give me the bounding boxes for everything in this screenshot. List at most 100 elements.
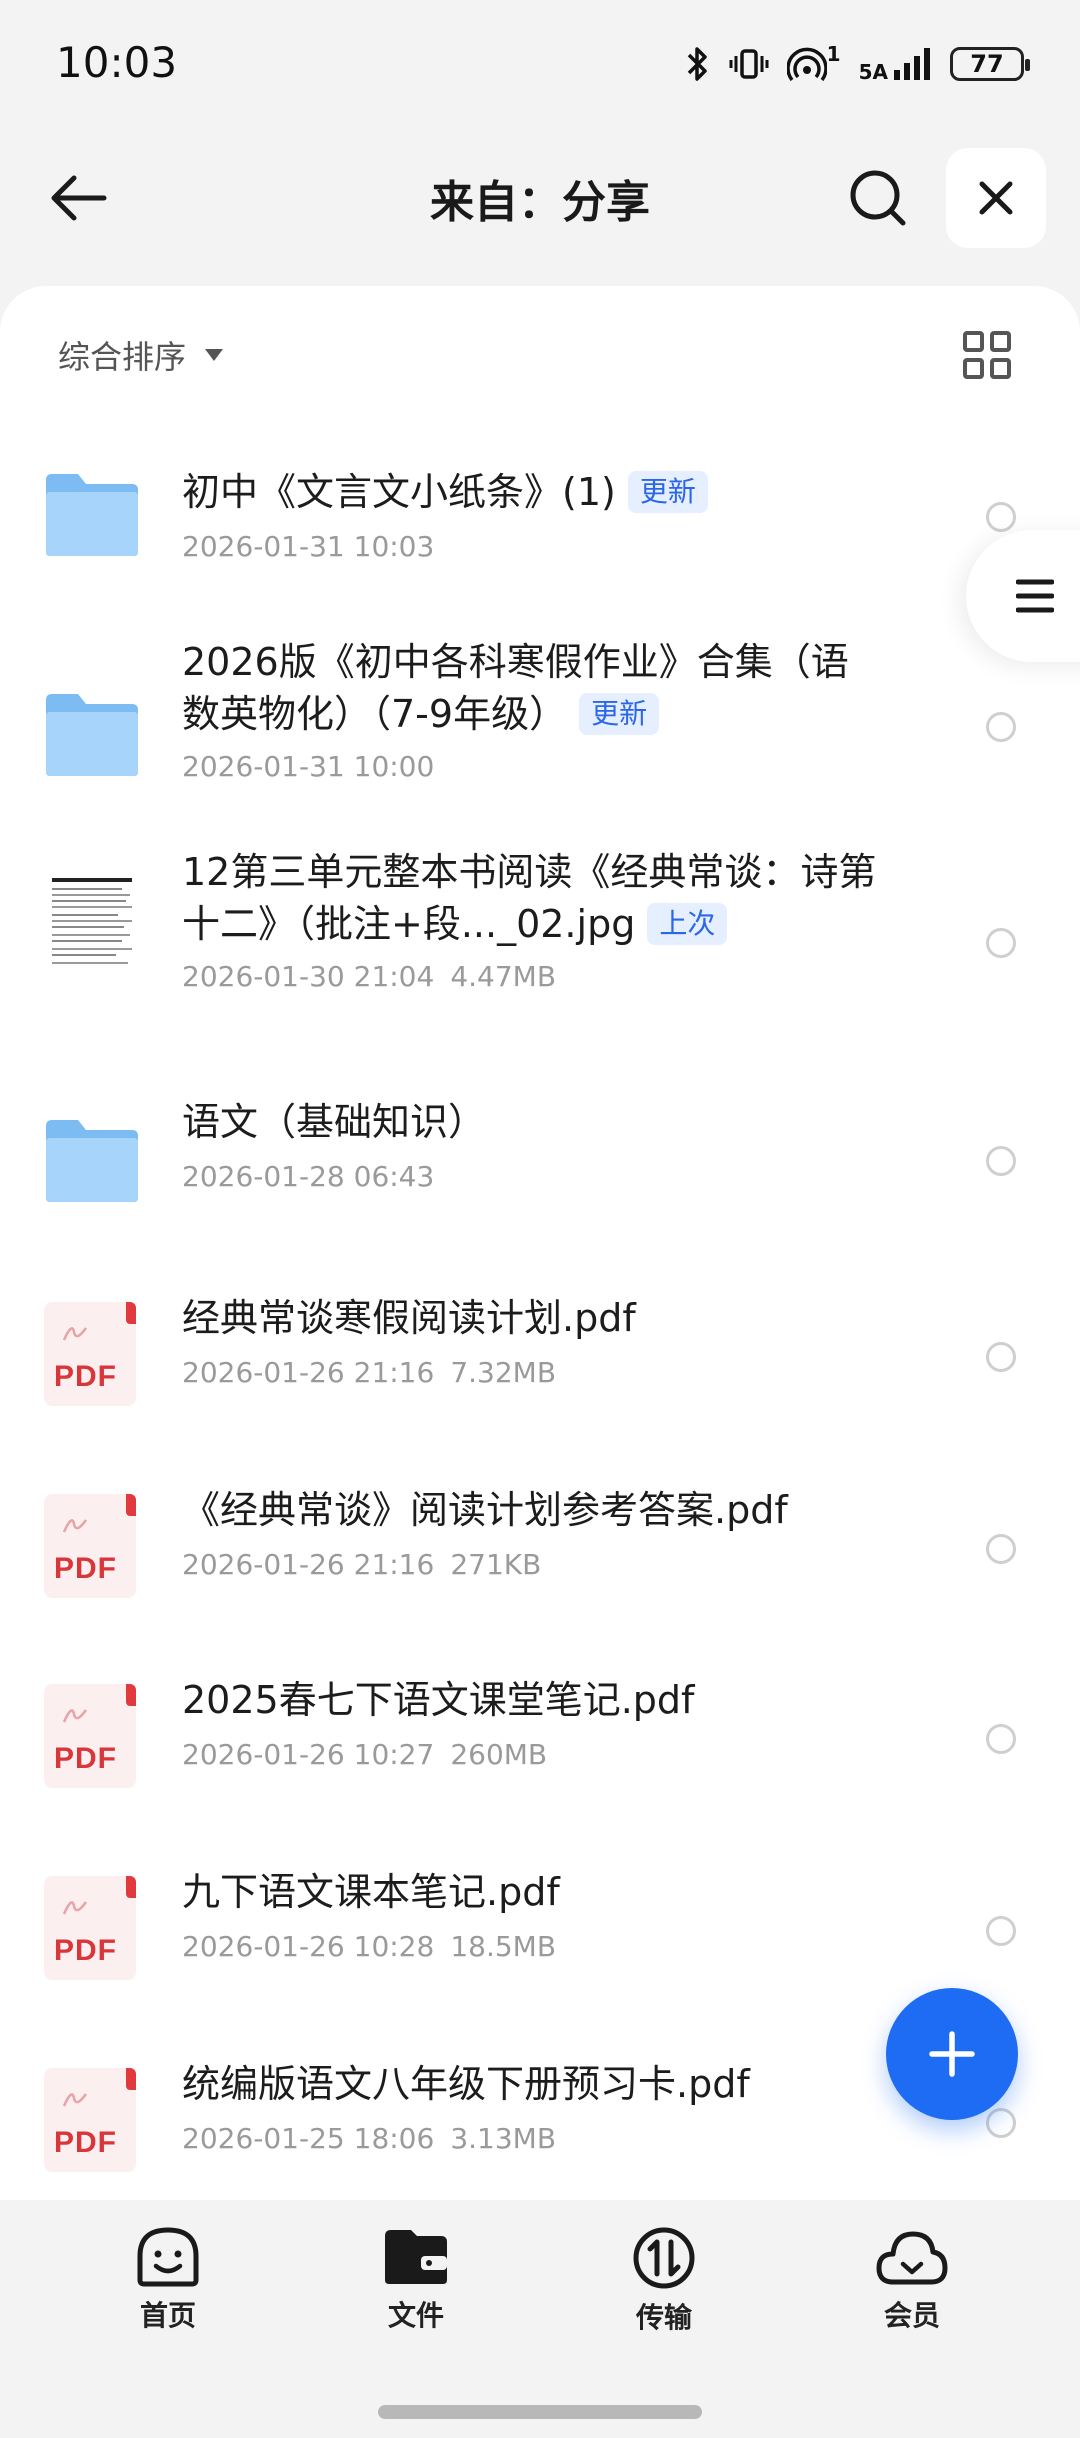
file-date: 2026-01-28 06:43 <box>182 1160 435 1193</box>
signal-icon: 5A <box>859 46 932 82</box>
file-name: 2026版《初中各科寒假作业》合集（语数英物化）（7-9年级） 更新 <box>182 640 849 736</box>
nav-label: 会员 <box>883 2299 940 2332</box>
nav-label: 传输 <box>635 2301 692 2334</box>
cloud-icon <box>876 2231 948 2285</box>
transfer-icon <box>633 2227 695 2289</box>
file-meta: 2026-01-28 06:43 <box>182 1160 434 1193</box>
grid-view-icon <box>963 331 1011 379</box>
nav-item-transfer[interactable]: 传输 <box>594 2226 734 2336</box>
file-name: 语文（基础知识） <box>182 1100 487 1144</box>
folder-wallet-icon <box>385 2230 447 2284</box>
search-icon <box>850 170 906 226</box>
list-item[interactable]: PDF 经典常谈寒假阅读计划.pdf 2026-01-26 21:16 7.32M… <box>0 1266 1080 1456</box>
pdf-file-icon: PDF <box>44 1876 136 1980</box>
select-checkbox[interactable] <box>986 1534 1016 1564</box>
file-list-panel: 综合排序 初中《文言文小纸条》(1) 更新 2026-01-31 10:03 20… <box>0 286 1080 2206</box>
menu-icon <box>1016 579 1054 613</box>
bluetooth-icon <box>685 44 711 84</box>
file-date: 2026-01-25 18:06 <box>182 2122 435 2155</box>
file-meta: 2026-01-30 21:04 4.47MB <box>182 960 556 993</box>
file-size: 18.5MB <box>450 1930 557 1963</box>
nav-item-home[interactable]: 首页 <box>98 2226 238 2334</box>
file-size: 271KB <box>450 1548 542 1581</box>
pdf-file-icon: PDF <box>44 1302 136 1406</box>
list-item[interactable]: 语文（基础知识） 2026-01-28 06:43 <box>0 1066 1080 1256</box>
list-item[interactable]: 初中《文言文小纸条》(1) 更新 2026-01-31 10:03 <box>0 426 1080 616</box>
list-item[interactable]: PDF 2025春七下语文课堂笔记.pdf 2026-01-26 10:27 26… <box>0 1648 1080 1838</box>
folder-icon <box>46 1120 138 1202</box>
select-checkbox[interactable] <box>986 502 1016 532</box>
file-size: 7.32MB <box>450 1356 557 1389</box>
file-meta: 2026-01-26 21:16 7.32MB <box>182 1356 556 1389</box>
file-date: 2026-01-31 10:00 <box>182 750 435 783</box>
hotspot-count: 1 <box>826 42 841 66</box>
nav-label: 首页 <box>139 2299 196 2332</box>
file-name: 统编版语文八年级下册预习卡.pdf <box>182 2062 750 2106</box>
file-date: 2026-01-26 21:16 <box>182 1548 435 1581</box>
bottom-nav: 首页 文件 传输 会员 <box>0 2200 1080 2438</box>
nav-label: 文件 <box>387 2299 444 2332</box>
file-size: 260MB <box>450 1738 548 1771</box>
file-meta: 2026-01-26 21:16 271KB <box>182 1548 541 1581</box>
file-date: 2026-01-31 10:03 <box>182 530 435 563</box>
search-button[interactable] <box>840 160 916 236</box>
file-name: 12第三单元整本书阅读《经典常谈：诗第十二》（批注+段..._02.jpg 上次 <box>182 850 877 946</box>
select-checkbox[interactable] <box>986 712 1016 742</box>
select-checkbox[interactable] <box>986 1916 1016 1946</box>
pdf-file-icon: PDF <box>44 1494 136 1598</box>
file-date: 2026-01-26 21:16 <box>182 1356 435 1389</box>
pdf-file-icon: PDF <box>44 1684 136 1788</box>
file-size: 4.47MB <box>450 960 557 993</box>
home-face-icon <box>137 2227 199 2287</box>
status-bar: 10:03 1 5A 77 <box>0 0 1080 130</box>
select-checkbox[interactable] <box>986 928 1016 958</box>
file-name: 《经典常谈》阅读计划参考答案.pdf <box>182 1488 788 1532</box>
update-tag: 更新 <box>627 471 708 513</box>
file-name: 九下语文课本笔记.pdf <box>182 1870 560 1914</box>
close-icon <box>979 181 1013 215</box>
file-meta: 2026-01-26 10:27 260MB <box>182 1738 547 1771</box>
nav-item-member[interactable]: 会员 <box>842 2226 982 2334</box>
last-viewed-tag: 上次 <box>647 903 728 945</box>
select-checkbox[interactable] <box>986 1146 1016 1176</box>
status-time: 10:03 <box>56 38 178 87</box>
file-date: 2026-01-30 21:04 <box>182 960 435 993</box>
file-name: 初中《文言文小纸条》(1) 更新 <box>182 466 708 518</box>
page-title: 来自：分享 <box>430 177 650 228</box>
update-tag: 更新 <box>579 693 660 735</box>
plus-icon <box>929 2031 975 2077</box>
select-checkbox[interactable] <box>986 1342 1016 1372</box>
file-date: 2026-01-26 10:28 <box>182 1930 435 1963</box>
vibrate-icon <box>729 44 769 84</box>
select-checkbox[interactable] <box>986 1724 1016 1754</box>
sort-dropdown[interactable]: 综合排序 <box>58 332 224 378</box>
add-button[interactable] <box>886 1988 1018 2120</box>
file-meta: 2026-01-31 10:00 <box>182 750 434 783</box>
file-size: 3.13MB <box>450 2122 557 2155</box>
battery-icon: 77 <box>950 47 1030 81</box>
sort-label: 综合排序 <box>58 338 187 376</box>
nav-item-files[interactable]: 文件 <box>346 2226 486 2334</box>
select-checkbox[interactable] <box>986 2108 1016 2138</box>
hotspot-icon: 1 <box>786 42 841 84</box>
pdf-file-icon: PDF <box>44 2068 136 2172</box>
file-meta: 2026-01-26 10:28 18.5MB <box>182 1930 556 1963</box>
list-item[interactable]: 12第三单元整本书阅读《经典常谈：诗第十二》（批注+段..._02.jpg 上次 … <box>0 846 1080 1046</box>
list-item[interactable]: 2026版《初中各科寒假作业》合集（语数英物化）（7-9年级） 更新 2026-0… <box>0 636 1080 826</box>
close-button[interactable] <box>946 148 1046 248</box>
status-icons: 1 5A 77 <box>685 42 1030 84</box>
list-item[interactable]: PDF 《经典常谈》阅读计划参考答案.pdf 2026-01-26 21:16 2… <box>0 1458 1080 1648</box>
image-thumbnail <box>44 868 140 978</box>
file-date: 2026-01-26 10:27 <box>182 1738 435 1771</box>
folder-icon <box>46 474 138 556</box>
header: 来自：分享 <box>0 130 1080 260</box>
network-type-label: 5A <box>858 60 888 84</box>
file-name: 2025春七下语文课堂笔记.pdf <box>182 1678 695 1722</box>
dropdown-triangle-icon <box>205 349 224 361</box>
folder-icon <box>46 694 138 776</box>
home-indicator[interactable] <box>378 2405 702 2419</box>
file-meta: 2026-01-25 18:06 3.13MB <box>182 2122 556 2155</box>
file-meta: 2026-01-31 10:03 <box>182 530 434 563</box>
grid-view-button[interactable] <box>962 330 1016 384</box>
file-name: 经典常谈寒假阅读计划.pdf <box>182 1296 636 1340</box>
